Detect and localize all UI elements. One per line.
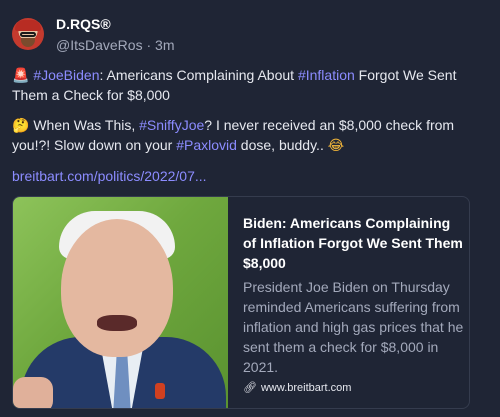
timestamp[interactable]: 3m (155, 37, 174, 53)
hashtag-inflation[interactable]: #Inflation (298, 67, 355, 83)
post-text: dose, buddy.. (236, 137, 328, 153)
laughing-icon: 😂 (327, 138, 345, 154)
separator: · (146, 37, 152, 53)
preview-title: Biden: Americans Complaining of Inflatio… (243, 215, 463, 271)
handle[interactable]: @ItsDaveRos (56, 37, 143, 53)
post-text: : Americans Complaining About (99, 67, 298, 83)
handle-line: @ItsDaveRos · 3m (56, 37, 174, 53)
hashtag-sniffyjoe[interactable]: #SniffyJoe (139, 117, 204, 133)
link-icon: 🔗︎ (243, 382, 257, 394)
display-name[interactable]: D.RQS® (56, 16, 111, 32)
thinking-icon: 🤔 (12, 118, 30, 134)
preview-image (13, 197, 228, 408)
link-preview-card[interactable]: Biden: Americans Complaining of Inflatio… (12, 196, 470, 409)
preview-domain: 🔗︎ www.breitbart.com (243, 381, 351, 394)
hashtag-joebiden[interactable]: #JoeBiden (33, 67, 99, 83)
preview-description: President Joe Biden on Thursday reminded… (243, 279, 464, 375)
post-paragraph-2: 🤔 When Was This, #SniffyJoe? I never rec… (12, 116, 488, 156)
avatar[interactable] (12, 18, 44, 50)
post-paragraph-1: 🚨 #JoeBiden: Americans Complaining About… (12, 66, 488, 105)
hashtag-paxlovid[interactable]: #Paxlovid (176, 137, 237, 153)
post-link[interactable]: breitbart.com/politics/2022/07... (12, 168, 207, 184)
post-card: D.RQS® @ItsDaveRos · 3m 🚨 #JoeBiden: Ame… (0, 0, 500, 417)
siren-icon: 🚨 (12, 68, 30, 84)
preview-domain-text: www.breitbart.com (260, 382, 352, 394)
post-text: When Was This, (29, 117, 140, 133)
